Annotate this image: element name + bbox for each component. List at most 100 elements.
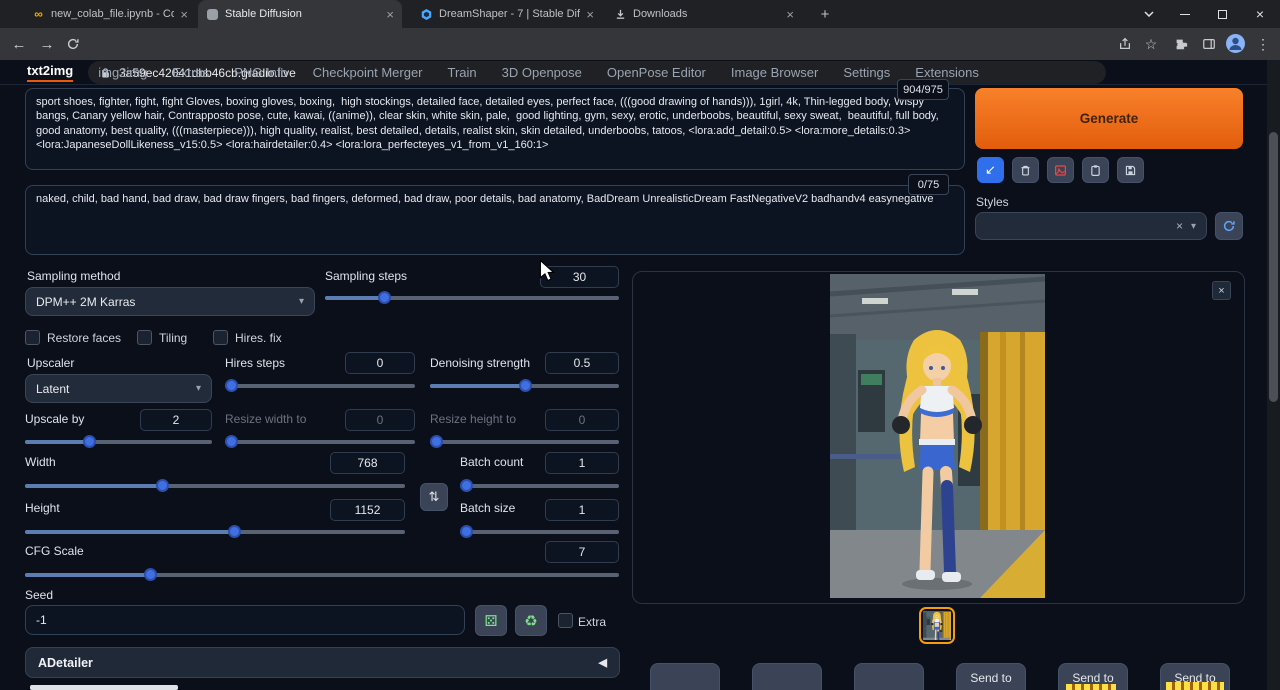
browser-tab-colab[interactable]: ∞ new_colab_file.ipynb - Colaborat × — [24, 0, 196, 28]
tab-close-icon[interactable]: × — [586, 8, 594, 21]
browser-tab-downloads[interactable]: Downloads × — [606, 0, 802, 28]
hires-fix-label: Hires. fix — [235, 331, 282, 345]
resize-height-slider[interactable] — [430, 435, 619, 449]
height-slider[interactable] — [25, 525, 405, 539]
dice-icon: ⚄ — [484, 612, 497, 630]
tab-checkpoint-merger[interactable]: Checkpoint Merger — [313, 65, 423, 80]
hires-steps-value[interactable] — [345, 352, 415, 374]
restore-faces-checkbox[interactable] — [25, 330, 40, 345]
gallery-thumbnail-selected[interactable] — [919, 607, 955, 644]
batch-count-value[interactable] — [545, 452, 619, 474]
thumbnail-image — [923, 611, 951, 640]
sampling-method-dropdown[interactable]: DPM++ 2M Karras ▾ — [25, 287, 315, 316]
chevron-down-icon: ▾ — [1191, 221, 1196, 232]
gallery-button-cropped[interactable] — [650, 663, 720, 690]
upscale-by-value[interactable] — [140, 409, 212, 431]
window-maximize-button[interactable] — [1205, 0, 1239, 28]
upscaler-value: Latent — [36, 382, 69, 396]
browser-tab-label: new_colab_file.ipynb - Colaborat — [51, 8, 174, 20]
arrow-down-left-icon: ↙ — [985, 162, 996, 178]
tab-close-icon[interactable]: × — [386, 8, 394, 21]
paste-params-button[interactable]: ↙ — [977, 157, 1004, 183]
width-slider[interactable] — [25, 479, 405, 493]
clear-prompt-button[interactable] — [1012, 157, 1039, 183]
bookmark-star-icon[interactable]: ☆ — [1142, 35, 1160, 53]
back-button[interactable]: ← — [10, 35, 28, 53]
forward-button[interactable]: → — [38, 35, 56, 53]
sampling-steps-slider[interactable] — [325, 291, 619, 305]
gallery-close-button[interactable]: × — [1212, 281, 1231, 300]
tab-image-browser[interactable]: Image Browser — [731, 65, 818, 80]
width-value[interactable] — [330, 452, 405, 474]
page-scrollbar[interactable] — [1267, 60, 1280, 690]
new-tab-button[interactable]: + — [812, 0, 838, 28]
tab-search-chevron-icon[interactable] — [1132, 0, 1166, 28]
extensions-puzzle-icon[interactable] — [1172, 35, 1190, 53]
seed-extra-checkbox[interactable] — [558, 613, 573, 628]
refresh-styles-button[interactable] — [1215, 212, 1243, 240]
tab-png-info[interactable]: PNG Info — [234, 65, 287, 80]
gallery-button-cropped[interactable] — [854, 663, 924, 690]
hires-steps-slider[interactable] — [225, 379, 415, 393]
chevron-down-icon: ▾ — [299, 296, 304, 307]
tab-3d-openpose[interactable]: 3D Openpose — [502, 65, 582, 80]
width-label: Width — [25, 455, 56, 469]
tab-close-icon[interactable]: × — [786, 8, 794, 21]
upscale-by-slider[interactable] — [25, 435, 212, 449]
apply-styles-button[interactable] — [1082, 157, 1109, 183]
negative-prompt-input[interactable]: naked, child, bad hand, bad draw, bad dr… — [25, 185, 965, 255]
reload-button[interactable] — [64, 35, 82, 53]
cfg-scale-slider[interactable] — [25, 568, 619, 582]
height-value[interactable] — [330, 499, 405, 521]
extra-networks-button[interactable] — [1047, 157, 1074, 183]
generate-button[interactable]: Generate — [975, 88, 1243, 149]
tab-extras[interactable]: Extras — [172, 65, 209, 80]
browser-tab-stable-diffusion[interactable]: Stable Diffusion × — [198, 0, 402, 28]
window-minimize-button[interactable] — [1168, 0, 1202, 28]
share-icon[interactable] — [1116, 35, 1134, 53]
swap-width-height-button[interactable]: ⇅ — [420, 483, 448, 511]
hires-fix-checkbox[interactable] — [213, 330, 228, 345]
adetailer-accordion[interactable]: ADetailer ◀ — [25, 647, 620, 678]
tab-train[interactable]: Train — [448, 65, 477, 80]
batch-count-slider[interactable] — [460, 479, 619, 493]
styles-label: Styles — [976, 195, 1009, 209]
prompt-token-counter: 904/975 — [897, 79, 949, 100]
resize-width-slider[interactable] — [225, 435, 415, 449]
generated-image[interactable] — [830, 274, 1045, 598]
denoising-strength-value[interactable] — [545, 352, 619, 374]
cfg-scale-value[interactable] — [545, 541, 619, 563]
tab-openpose-editor[interactable]: OpenPose Editor — [607, 65, 706, 80]
styles-dropdown[interactable]: × ▾ — [975, 212, 1207, 240]
side-panel-icon[interactable] — [1200, 35, 1218, 53]
resize-height-value[interactable] — [545, 409, 619, 431]
batch-size-slider[interactable] — [460, 525, 619, 539]
gallery-button-cropped[interactable] — [752, 663, 822, 690]
scrollbar-thumb[interactable] — [1269, 132, 1278, 402]
send-to-img2img-button[interactable]: Send to — [956, 663, 1026, 690]
browser-tab-strip: ∞ new_colab_file.ipynb - Colaborat × Sta… — [0, 0, 1280, 28]
browser-menu-kebab-icon[interactable]: ⋮ — [1254, 35, 1272, 53]
tab-extensions[interactable]: Extensions — [915, 65, 979, 80]
height-label: Height — [25, 501, 60, 515]
denoising-strength-slider[interactable] — [430, 379, 619, 393]
prompt-input[interactable]: sport shoes, fighter, fight, fight Glove… — [25, 88, 965, 170]
resize-width-value[interactable] — [345, 409, 415, 431]
batch-size-value[interactable] — [545, 499, 619, 521]
tab-settings[interactable]: Settings — [843, 65, 890, 80]
adetailer-label: ADetailer — [38, 656, 93, 670]
random-seed-button[interactable]: ⚄ — [475, 605, 507, 636]
reuse-seed-button[interactable]: ♻ — [515, 605, 547, 636]
clear-selection-icon[interactable]: × — [1176, 219, 1183, 233]
profile-avatar[interactable] — [1226, 34, 1245, 53]
tab-img2img[interactable]: img2img — [98, 65, 147, 80]
tab-txt2img[interactable]: txt2img — [27, 63, 73, 82]
window-close-button[interactable]: × — [1243, 0, 1277, 28]
upscaler-dropdown[interactable]: Latent ▾ — [25, 374, 212, 403]
tab-close-icon[interactable]: × — [180, 8, 188, 21]
browser-tab-dreamshaper[interactable]: DreamShaper - 7 | Stable Diffusi × — [412, 0, 602, 28]
seed-input[interactable] — [25, 605, 465, 635]
save-style-button[interactable] — [1117, 157, 1144, 183]
sampling-method-value: DPM++ 2M Karras — [36, 295, 135, 309]
tiling-checkbox[interactable] — [137, 330, 152, 345]
